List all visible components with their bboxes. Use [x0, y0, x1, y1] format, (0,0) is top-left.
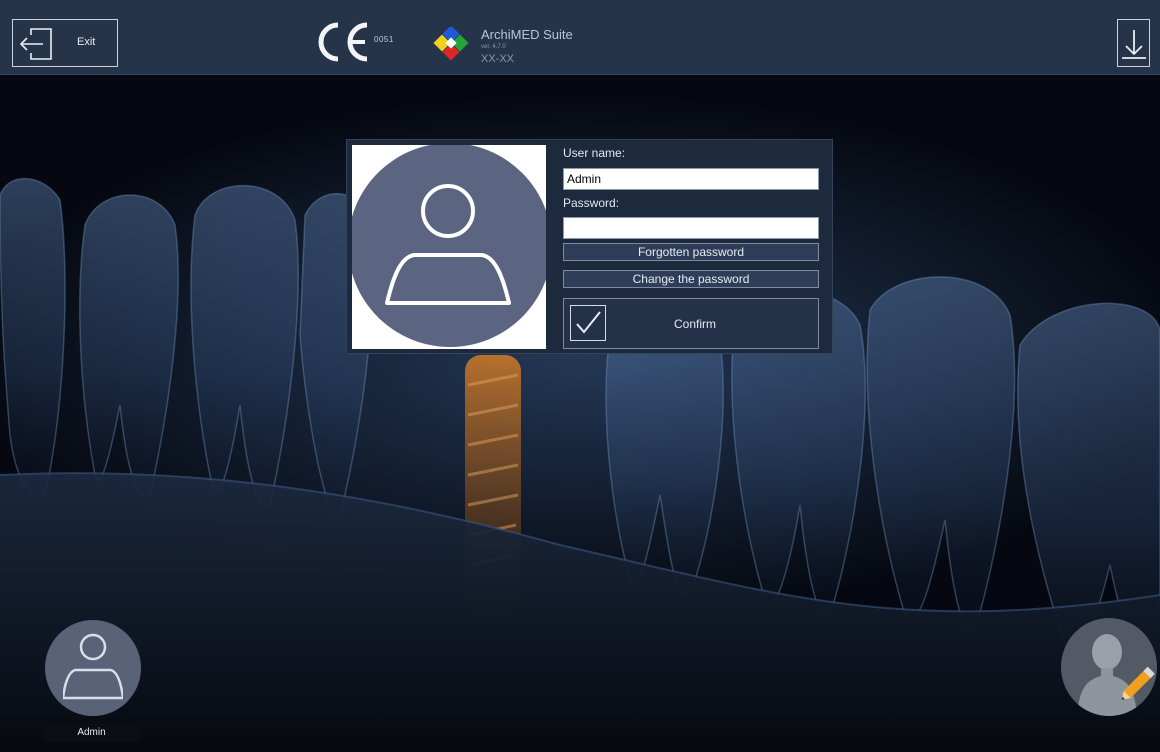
archimed-logo [433, 27, 469, 61]
download-button[interactable] [1117, 19, 1150, 67]
app-title: ArchiMED Suite [481, 27, 573, 42]
current-user-avatar[interactable] [45, 620, 141, 716]
checkmark-box [570, 305, 606, 341]
app-code: XX-XX [481, 53, 515, 65]
username-input[interactable] [563, 168, 819, 190]
current-user-name: Admin [43, 724, 140, 742]
user-edit-pencil-icon [1077, 634, 1155, 716]
ce-number: 0051 [374, 35, 394, 44]
confirm-button[interactable]: Confirm [563, 298, 819, 349]
exit-label: Exit [77, 36, 96, 48]
exit-door-icon [19, 28, 52, 60]
password-input[interactable] [563, 217, 819, 239]
user-silhouette-icon [63, 633, 123, 700]
username-label: User name: [563, 146, 626, 160]
exit-button[interactable]: Exit [12, 19, 118, 67]
user-silhouette-icon [385, 184, 511, 305]
confirm-label: Confirm [674, 317, 717, 331]
user-avatar [352, 145, 546, 349]
change-password-button[interactable]: Change the password [563, 270, 819, 288]
password-label: Password: [563, 196, 620, 210]
forgotten-password-button[interactable]: Forgotten password [563, 243, 819, 261]
app-version: ver. 4.7.0 [481, 44, 506, 50]
edit-user-button[interactable] [1061, 618, 1157, 716]
login-dialog: User name: Password: Forgotten password … [346, 139, 833, 354]
ce-mark-icon [318, 22, 368, 62]
download-arrow-icon [1122, 30, 1146, 59]
checkmark-icon [576, 311, 601, 334]
top-bar: Exit 0051 ArchiMED Suite ver. 4.7.0 XX-X… [0, 0, 1160, 75]
